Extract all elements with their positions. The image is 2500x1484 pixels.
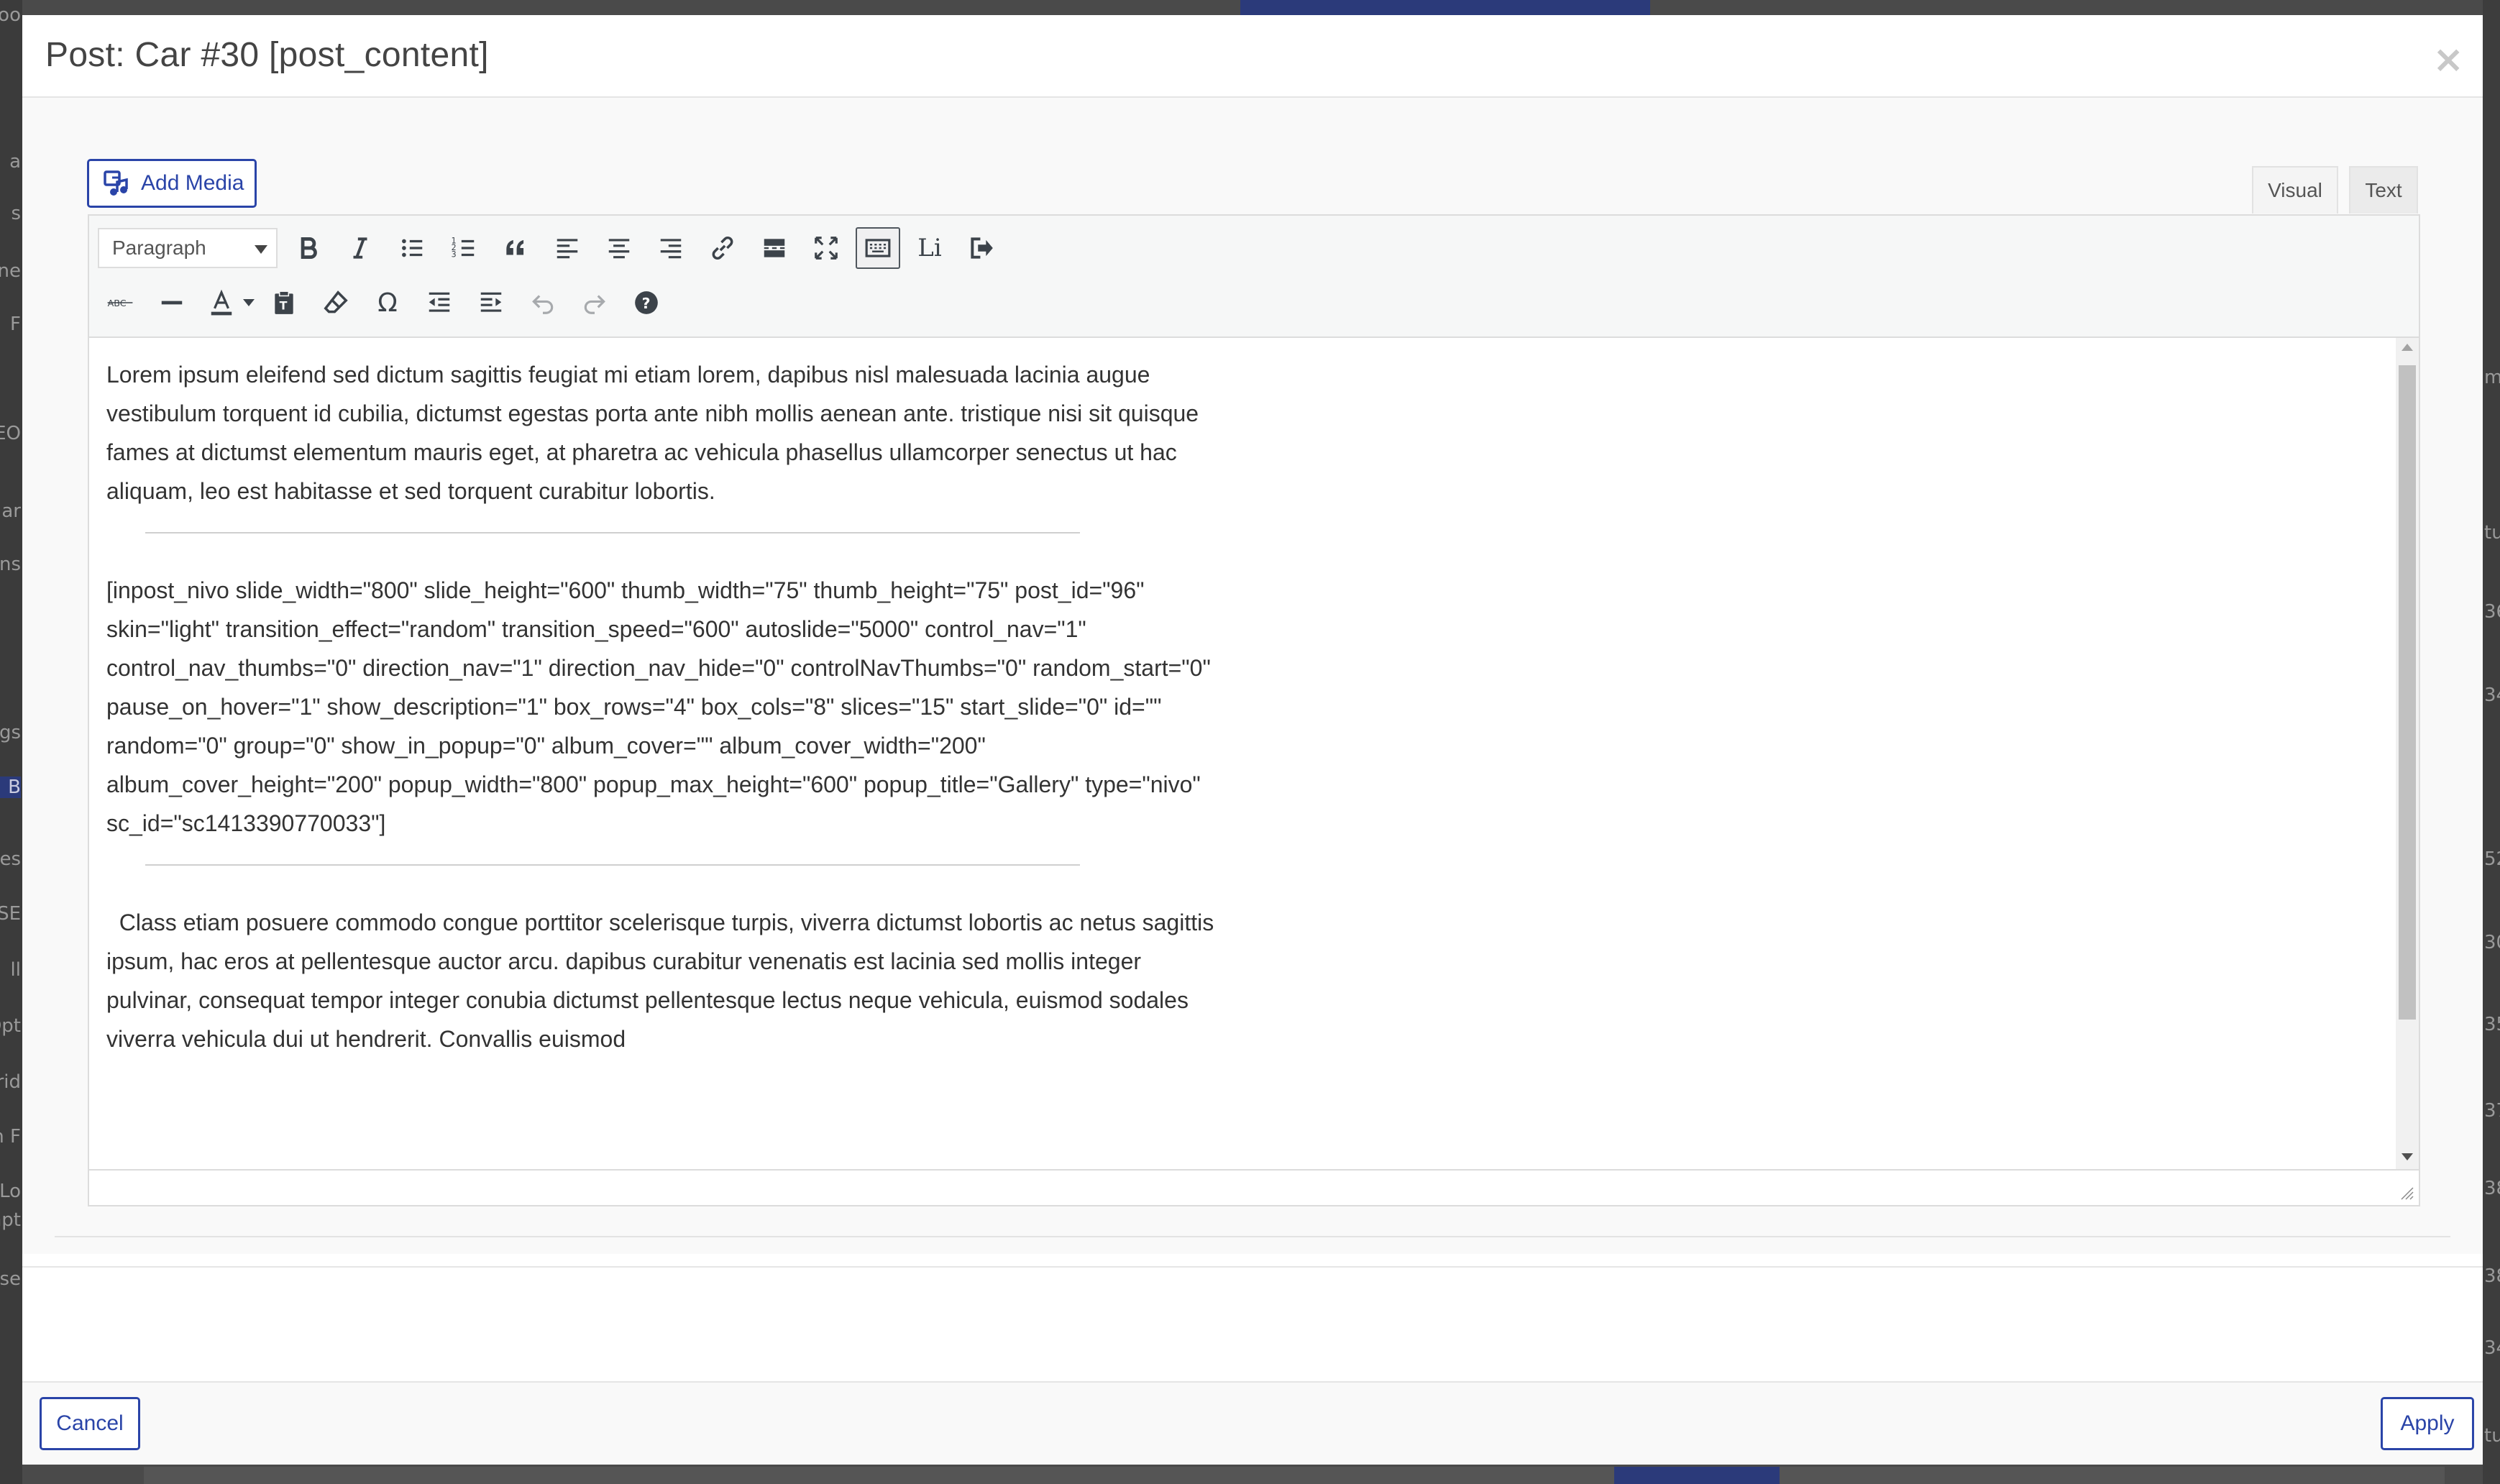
resize-handle-icon[interactable] — [2399, 1185, 2414, 1201]
svg-text:3: 3 — [452, 250, 457, 260]
tab-text[interactable]: Text — [2349, 166, 2418, 214]
strikethrough-icon[interactable]: ABC — [98, 282, 142, 324]
format-select-value: Paragraph — [112, 237, 206, 259]
bg-text: EO — [0, 423, 21, 444]
bg-text: ll — [10, 959, 21, 981]
read-more-icon[interactable] — [752, 227, 797, 269]
bg-text: n F — [0, 1126, 21, 1148]
toolbar-toggle-icon[interactable] — [856, 227, 900, 269]
scrollbar-thumb[interactable] — [2399, 365, 2416, 1020]
bg-text: B — [0, 777, 21, 798]
bg-text: Lo — [0, 1181, 21, 1202]
align-center-icon[interactable] — [597, 227, 641, 269]
bg-text: es — [0, 848, 21, 870]
horizontal-line-icon[interactable] — [150, 282, 194, 324]
edit-content-modal: Post: Car #30 [post_content] × Add Media… — [22, 15, 2483, 1465]
scroll-up-icon[interactable] — [2401, 344, 2413, 351]
help-icon[interactable]: ? — [624, 282, 669, 324]
bg-text: m — [2484, 367, 2500, 388]
scroll-down-icon[interactable] — [2401, 1153, 2413, 1160]
background-content: m tu 36 34 52 30 35 37 38 38 34 tu — [2483, 0, 2500, 1484]
bg-text: ne — [0, 260, 21, 282]
add-media-icon — [102, 169, 131, 198]
editor-toolbar: Paragraph 123 Li ABC T Ω ? — [89, 216, 2419, 338]
bg-text: tu — [2484, 522, 2500, 544]
bg-text: 30 — [2484, 932, 2500, 953]
bg-text: 34 — [2484, 1337, 2500, 1359]
bg-text: Opt — [0, 1015, 21, 1037]
italic-icon[interactable] — [338, 227, 383, 269]
bg-text: s — [11, 203, 21, 224]
close-icon[interactable]: × — [2432, 41, 2464, 78]
chevron-down-icon — [255, 245, 267, 254]
paste-text-icon[interactable]: T — [262, 282, 306, 324]
li-icon[interactable]: Li — [907, 227, 952, 269]
bg-text: 35 — [2484, 1014, 2500, 1035]
bg-text: 37 — [2484, 1100, 2500, 1122]
bg-text: tu — [2484, 1425, 2500, 1447]
content-paragraph: Class etiam posuere commodo congue portt… — [106, 910, 1214, 1052]
tab-visual[interactable]: Visual — [2252, 166, 2338, 214]
export-icon[interactable] — [959, 227, 1004, 269]
numbered-list-icon[interactable]: 123 — [441, 227, 486, 269]
svg-text:?: ? — [642, 295, 651, 312]
indent-icon[interactable] — [469, 282, 513, 324]
special-character-icon[interactable]: Ω — [365, 282, 410, 324]
bg-text: ns — [0, 554, 21, 575]
content-paragraph: Lorem ipsum eleifend sed dictum sagittis… — [106, 362, 1199, 504]
background-footer — [144, 1467, 2445, 1484]
blockquote-icon[interactable] — [493, 227, 538, 269]
background-sidebar: oo a s ne F EO ar ns gs B es SE ll Opt r… — [0, 0, 22, 1484]
redo-icon[interactable] — [572, 282, 617, 324]
add-media-label: Add Media — [141, 171, 244, 195]
divider — [55, 1236, 2450, 1237]
clear-formatting-icon[interactable] — [313, 282, 358, 324]
content-shortcode: [inpost_nivo slide_width="800" slide_hei… — [106, 577, 1211, 836]
bg-text: a — [9, 151, 21, 173]
horizontal-rule — [145, 864, 1080, 866]
editor-scrollbar[interactable] — [2396, 338, 2419, 1169]
link-icon[interactable] — [700, 227, 745, 269]
bg-text: mpt — [0, 1209, 21, 1231]
editor-content[interactable]: Lorem ipsum eleifend sed dictum sagittis… — [89, 338, 2399, 1169]
cancel-button[interactable]: Cancel — [40, 1397, 140, 1450]
bg-text: 38 — [2484, 1265, 2500, 1287]
rich-text-editor: Paragraph 123 Li ABC T Ω ? Lorem ipsum e… — [88, 214, 2420, 1206]
bg-text: 36 — [2484, 601, 2500, 623]
bg-text: oo — [0, 4, 21, 26]
text-color-icon[interactable] — [201, 282, 242, 324]
modal-title: Post: Car #30 [post_content] — [45, 36, 489, 74]
modal-footer: Cancel Apply — [22, 1381, 2483, 1465]
fullscreen-icon[interactable] — [804, 227, 848, 269]
background-footer-bar — [1614, 1467, 1780, 1484]
align-right-icon[interactable] — [649, 227, 693, 269]
editor-statusbar — [89, 1169, 2419, 1205]
divider — [22, 1266, 2483, 1268]
apply-button[interactable]: Apply — [2381, 1397, 2474, 1450]
horizontal-rule — [145, 532, 1080, 533]
background-header-bar — [1240, 0, 1650, 16]
bg-text: 52 — [2484, 848, 2500, 870]
bg-text: 34 — [2484, 684, 2500, 706]
align-left-icon[interactable] — [545, 227, 590, 269]
svg-text:T: T — [280, 299, 288, 313]
bg-text: ar — [1, 500, 21, 522]
bg-text: SE — [0, 903, 21, 925]
modal-header: Post: Car #30 [post_content] × — [22, 15, 2483, 98]
outdent-icon[interactable] — [417, 282, 462, 324]
chevron-down-icon — [243, 299, 255, 306]
bg-text: se — [0, 1268, 21, 1290]
bullet-list-icon[interactable] — [390, 227, 434, 269]
bg-text: gs — [0, 722, 21, 743]
bg-text: rid — [0, 1071, 21, 1093]
add-media-button[interactable]: Add Media — [87, 159, 257, 208]
bg-text: F — [10, 313, 21, 335]
undo-icon[interactable] — [521, 282, 565, 324]
paragraph-format-select[interactable]: Paragraph — [98, 228, 278, 268]
bg-text: 38 — [2484, 1178, 2500, 1199]
bold-icon[interactable] — [286, 227, 331, 269]
editor-content-body: Lorem ipsum eleifend sed dictum sagittis… — [106, 355, 1228, 1058]
text-color-dropdown[interactable] — [239, 282, 259, 324]
